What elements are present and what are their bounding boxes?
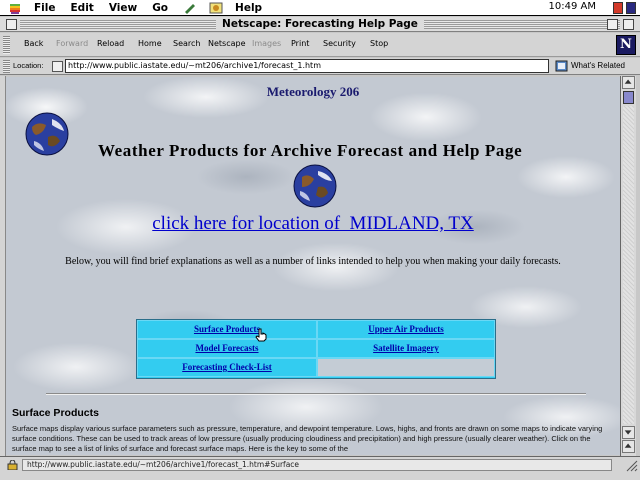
window-menu-icon[interactable] xyxy=(209,2,223,14)
intro-text: Below, you will find brief explanations … xyxy=(65,256,561,267)
forecasting-checklist-link[interactable]: Forecasting Check-List xyxy=(182,362,272,372)
app-indicator-icon xyxy=(613,2,623,14)
menu-help[interactable]: Help xyxy=(235,2,262,14)
scroll-up-arrow[interactable] xyxy=(622,76,635,89)
table-cell: Upper Air Products xyxy=(317,320,495,339)
security-button[interactable]: Security xyxy=(323,39,356,48)
links-table: Surface Products Upper Air Products Mode… xyxy=(136,319,496,379)
scroll-track[interactable] xyxy=(623,106,634,424)
print-button[interactable]: Print xyxy=(291,39,309,48)
horizontal-rule xyxy=(46,393,586,395)
empty-table-cell xyxy=(317,358,495,377)
globe-icon xyxy=(25,112,69,156)
table-cell: Forecasting Check-List xyxy=(137,358,317,377)
forward-button[interactable]: Forward xyxy=(56,39,88,48)
window-title: Netscape: Forecasting Help Page xyxy=(216,18,424,30)
menu-go[interactable]: Go xyxy=(152,2,168,14)
security-lock-icon[interactable] xyxy=(7,460,18,470)
whats-related-button[interactable]: What's Related xyxy=(571,61,625,70)
table-cell: Satellite Imagery xyxy=(317,339,495,358)
course-title: Meteorology 206 xyxy=(266,84,360,99)
images-button[interactable]: Images xyxy=(252,39,281,48)
apple-icon[interactable] xyxy=(8,2,22,14)
location-label: Location: xyxy=(13,61,44,70)
zoom-box[interactable] xyxy=(607,19,618,30)
navigation-toolbar: Back Forward Reload Home Search Netscape… xyxy=(0,33,640,57)
menu-bar: File Edit View Go Help 10:49 AM xyxy=(0,0,640,16)
menu-file[interactable]: File xyxy=(34,2,56,14)
surface-products-link[interactable]: Surface Products xyxy=(194,324,260,334)
location-grip[interactable] xyxy=(3,60,10,73)
menu-view[interactable]: View xyxy=(109,2,137,14)
menu-edit[interactable]: Edit xyxy=(71,2,94,14)
whats-related-icon[interactable] xyxy=(555,60,568,72)
app-menu[interactable] xyxy=(613,2,636,14)
globe-icon xyxy=(293,164,337,208)
toolbar-grip[interactable] xyxy=(3,36,10,54)
location-link[interactable]: click here for location of MIDLAND, TX xyxy=(152,213,474,234)
netscape-button[interactable]: Netscape xyxy=(208,39,246,48)
model-forecasts-link[interactable]: Model Forecasts xyxy=(195,343,258,353)
stop-button[interactable]: Stop xyxy=(370,39,388,48)
table-cell: Model Forecasts xyxy=(137,339,317,358)
location-bar: Location: http://www.public.iastate.edu/… xyxy=(0,58,640,75)
section-heading: Surface Products xyxy=(12,407,99,419)
netscape-n-icon[interactable]: N xyxy=(616,35,636,55)
table-cell: Surface Products xyxy=(137,320,317,339)
page-heading: Weather Products for Archive Forecast an… xyxy=(98,141,523,160)
netscape-app-icon xyxy=(626,2,636,14)
resize-grip-icon[interactable] xyxy=(626,460,638,472)
section-body: Surface maps display various surface par… xyxy=(12,424,603,453)
upper-air-products-link[interactable]: Upper Air Products xyxy=(368,324,444,334)
reload-button[interactable]: Reload xyxy=(97,39,124,48)
back-button[interactable]: Back xyxy=(24,39,43,48)
menu-clock[interactable]: 10:49 AM xyxy=(549,1,596,12)
window-title-bar[interactable]: Netscape: Forecasting Help Page xyxy=(0,17,640,32)
scroll-thumb[interactable] xyxy=(623,91,634,104)
scroll-down-arrow[interactable] xyxy=(622,426,635,439)
home-button[interactable]: Home xyxy=(138,39,162,48)
communicator-icon[interactable] xyxy=(183,2,197,14)
page-content: Meteorology 206 Weather Products for Arc… xyxy=(6,77,620,455)
url-input[interactable]: http://www.public.iastate.edu/~mt206/arc… xyxy=(65,59,549,73)
scroll-up-arrow-lower[interactable] xyxy=(622,440,635,453)
hand-cursor-icon xyxy=(255,328,267,342)
vertical-scrollbar[interactable] xyxy=(620,76,636,456)
status-text: http://www.public.iastate.edu/~mt206/arc… xyxy=(22,459,612,471)
search-button[interactable]: Search xyxy=(173,39,200,48)
collapse-box[interactable] xyxy=(623,19,634,30)
status-bar: http://www.public.iastate.edu/~mt206/arc… xyxy=(0,456,640,480)
page-proxy-icon[interactable] xyxy=(52,61,63,72)
satellite-imagery-link[interactable]: Satellite Imagery xyxy=(373,343,439,353)
